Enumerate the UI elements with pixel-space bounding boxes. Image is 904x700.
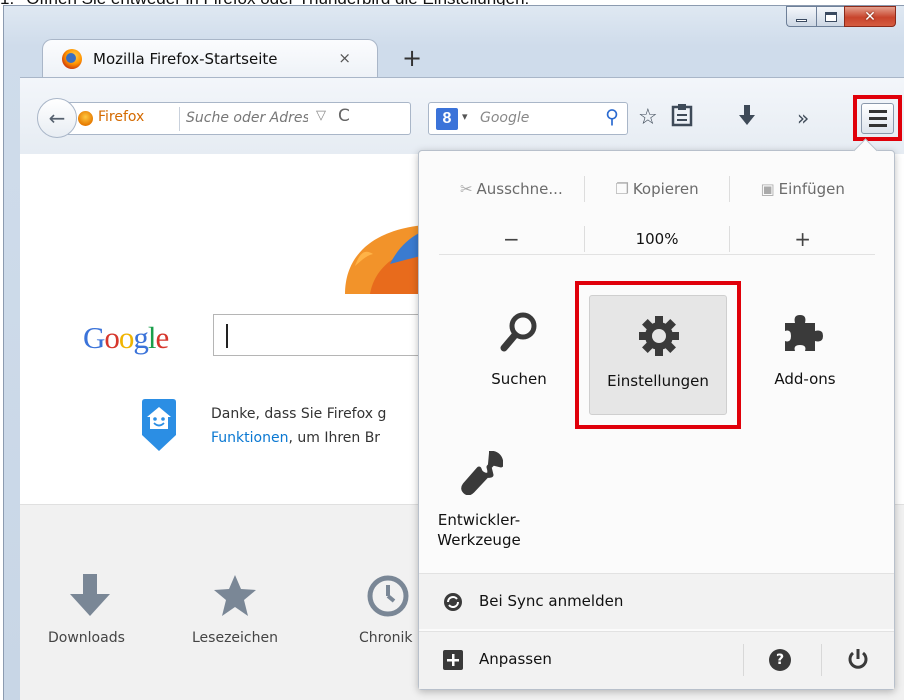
puzzle-icon	[785, 315, 823, 351]
snippet-rest: , um Ihren Br	[288, 430, 381, 446]
paste-button[interactable]: ▣ Einfügen	[730, 180, 875, 198]
launcher-bookmarks[interactable]	[180, 574, 290, 622]
developer-tools-label-1: Entwickler-	[437, 511, 521, 529]
cut-button[interactable]: ✂ Ausschne...	[439, 180, 584, 198]
text-caret	[226, 324, 228, 348]
divider	[743, 644, 744, 676]
copy-icon: ❐	[615, 180, 629, 198]
menu-panel: ✂ Ausschne... ❐ Kopieren ▣ Einfügen − 100% …	[418, 150, 895, 690]
edit-controls: ✂ Ausschne... ❐ Kopieren ▣ Einfügen	[439, 173, 875, 205]
settings-label: Einstellungen	[607, 372, 709, 390]
open-menu-button[interactable]	[861, 103, 894, 134]
snippet-text: Danke, dass Sie Firefox g	[211, 406, 387, 422]
tab-close-button[interactable]: ×	[338, 49, 351, 67]
search-icon	[500, 312, 537, 352]
developer-tools-label: Entwickler- Werkzeuge	[423, 510, 535, 550]
downloads-icon[interactable]	[738, 104, 756, 132]
addons-label: Add-ons	[774, 370, 836, 388]
power-icon[interactable]	[847, 648, 869, 670]
clipboard-icon: ▣	[760, 180, 775, 198]
wrench-icon	[461, 451, 503, 495]
new-tab-button[interactable]: +	[402, 44, 422, 72]
divider	[821, 644, 822, 676]
menu-bar-2	[868, 117, 887, 120]
screenshot: 1.Öffnen Sie entweder in Firefox oder Th…	[0, 0, 904, 700]
launcher-downloads[interactable]	[35, 574, 145, 622]
google-search-input[interactable]	[213, 314, 433, 356]
url-divider	[179, 107, 180, 131]
search-panel-button[interactable]: Suchen	[463, 291, 575, 413]
search-input[interactable]: Google	[480, 110, 529, 126]
search-panel-label: Suchen	[491, 370, 547, 388]
search-bar[interactable]: 8 ▾ Google ⚲	[428, 102, 628, 135]
sync-label: Bei Sync anmelden	[479, 592, 624, 610]
snippet-text-2: Funktionen, um Ihren Br	[211, 430, 380, 446]
navigation-toolbar: Firefox Suche oder Adress ▽ C ← 8 ▾ Goog…	[20, 77, 904, 154]
google-engine-icon[interactable]: 8	[436, 108, 458, 130]
customize-row: Anpassen ?	[419, 631, 894, 689]
clock-icon	[367, 575, 409, 617]
snippet-home-icon	[142, 399, 176, 451]
history-dropdown-icon[interactable]: ▽	[316, 108, 326, 123]
search-go-icon[interactable]: ⚲	[605, 106, 619, 128]
scissors-icon: ✂	[459, 180, 473, 198]
menu-bar-3	[868, 124, 887, 127]
zoom-reset-button[interactable]: 100%	[585, 230, 730, 248]
star-icon	[214, 575, 256, 616]
minimize-button[interactable]	[786, 6, 816, 27]
url-input[interactable]: Suche oder Adress	[186, 110, 308, 126]
firefox-favicon-icon	[62, 49, 82, 69]
addons-button[interactable]: Add-ons	[749, 291, 861, 413]
plus-box-icon	[443, 650, 463, 670]
copy-label: Kopieren	[632, 180, 699, 198]
menu-hamburger-icon	[868, 110, 887, 113]
minimize-icon	[796, 18, 807, 22]
settings-highlight: Einstellungen	[575, 281, 741, 429]
firefox-identity-icon	[78, 111, 93, 126]
customize-label: Anpassen	[479, 650, 552, 668]
zoom-controls: − 100% +	[439, 223, 875, 255]
back-arrow-icon: ←	[48, 106, 66, 130]
tab-title: Mozilla Firefox-Startseite	[93, 50, 278, 68]
menu-button-highlight	[853, 95, 902, 141]
sync-icon	[444, 593, 462, 611]
bookmark-star-icon[interactable]: ☆	[638, 105, 658, 130]
launcher-label: Chronik	[359, 630, 413, 646]
customize-button[interactable]: Anpassen	[419, 632, 739, 688]
settings-button[interactable]: Einstellungen	[589, 295, 727, 415]
identity-label: Firefox	[98, 109, 145, 125]
developer-tools-label-2: Werkzeuge	[437, 531, 521, 549]
zoom-out-button[interactable]: −	[439, 227, 584, 251]
launcher-label: Downloads	[48, 630, 125, 646]
maximize-button[interactable]	[816, 6, 844, 27]
window-controls: ✕	[786, 6, 896, 27]
tab-startpage[interactable]: Mozilla Firefox-Startseite ×	[42, 39, 378, 77]
gear-icon	[639, 316, 679, 356]
launcher-label: Lesezeichen	[192, 630, 278, 646]
sync-row[interactable]: Bei Sync anmelden	[419, 573, 894, 629]
reading-list-icon[interactable]	[671, 103, 693, 133]
engine-dropdown-icon[interactable]: ▾	[462, 110, 468, 123]
download-arrow-icon	[70, 574, 110, 616]
reload-icon[interactable]: C	[338, 106, 350, 126]
close-window-button[interactable]: ✕	[844, 6, 896, 27]
cut-label: Ausschne...	[476, 180, 563, 198]
url-bar[interactable]: Firefox Suche oder Adress ▽ C	[68, 102, 411, 135]
snippet-link[interactable]: Funktionen	[211, 430, 288, 446]
maximize-icon	[824, 11, 837, 22]
developer-tools-button[interactable]: Entwickler- Werkzeuge	[423, 431, 535, 553]
back-button[interactable]: ←	[37, 98, 77, 138]
google-logo: Google	[83, 320, 169, 355]
paste-label: Einfügen	[778, 180, 845, 198]
help-icon[interactable]: ?	[769, 649, 791, 671]
overflow-chevron-icon[interactable]: »	[797, 106, 809, 130]
close-icon: ✕	[864, 8, 876, 25]
zoom-in-button[interactable]: +	[730, 227, 875, 251]
copy-button[interactable]: ❐ Kopieren	[585, 180, 730, 198]
